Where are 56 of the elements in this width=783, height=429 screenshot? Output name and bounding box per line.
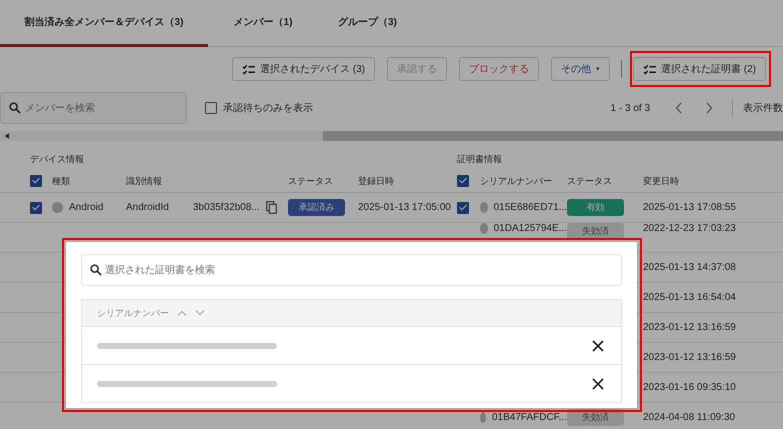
checklist-icon xyxy=(643,64,656,74)
checkbox[interactable] xyxy=(30,175,42,187)
toolbar-button[interactable]: 選択された証明書 (2) xyxy=(633,57,766,81)
column-header: 登録日時 xyxy=(358,174,395,188)
toolbar-button[interactable]: ブロックする xyxy=(459,57,539,81)
checkbox-label: 承認待ちのみを表示 xyxy=(223,102,313,115)
column-header: 種類 xyxy=(52,174,71,188)
blurred-text-icon xyxy=(97,380,277,388)
table-cell: Android xyxy=(69,202,104,213)
scroll-left-icon[interactable] xyxy=(5,133,9,139)
section-heading: デバイス情報 xyxy=(30,152,85,166)
table-cell-text: 2022-12-23 17:03:23 xyxy=(643,223,737,234)
column-header: 変更日時 xyxy=(643,174,680,188)
previous-page-icon[interactable] xyxy=(675,102,683,114)
copy-icon[interactable] xyxy=(266,201,277,214)
blurred-text-icon xyxy=(97,342,277,350)
column-header: シリアルナンバー xyxy=(97,306,169,320)
page-range: 1 - 3 of 3 xyxy=(610,102,650,114)
tab[interactable]: 割当済み全メンバー＆デバイス（3) xyxy=(0,0,208,47)
table-cell-text: 2025-01-13 14:37:08 xyxy=(643,262,737,273)
search-field[interactable]: 選択された証明書を検索 xyxy=(81,254,622,286)
checklist-icon xyxy=(242,64,255,74)
table-cell-text: AndroidId xyxy=(126,202,170,213)
close-icon[interactable] xyxy=(592,378,604,390)
tab[interactable]: グループ（3) xyxy=(318,0,417,47)
table-cell-text: 2023-01-12 13:16:59 xyxy=(643,322,737,333)
table-cell: 01B47FAFDCF... xyxy=(492,412,567,423)
checkbox[interactable] xyxy=(457,175,469,187)
table-cell-text: 2025-01-13 17:08:55 xyxy=(643,202,737,213)
table-cell-text: 2025-01-13 17:05:00 xyxy=(358,202,452,213)
status-badge: 承認済み xyxy=(288,199,345,216)
table-cell-text: 2024-04-08 11:09:30 xyxy=(643,412,736,423)
checkbox[interactable] xyxy=(30,202,42,214)
table-cell-text: 2025-01-13 16:54:04 xyxy=(643,292,737,303)
per-page-label: 表示件数 xyxy=(743,102,783,115)
status-badge: 有効 xyxy=(567,199,624,216)
table-cell: 3b035f32b08... xyxy=(193,202,260,213)
search-icon xyxy=(90,264,102,276)
column-header: ステータス xyxy=(567,174,613,188)
section-heading: 証明書情報 xyxy=(457,152,503,166)
checkbox[interactable] xyxy=(205,102,217,114)
table-cell: 01DA125794E... xyxy=(494,223,567,234)
search-icon xyxy=(9,102,21,114)
search-field[interactable]: メンバーを検索 xyxy=(0,92,187,124)
toolbar-button[interactable]: 選択されたデバイス (3) xyxy=(232,57,375,81)
column-header: シリアルナンバー xyxy=(480,174,553,188)
table-cell-text: 2023-01-12 13:16:59 xyxy=(643,352,737,363)
table-cell-text: 2023-01-16 09:35:10 xyxy=(643,382,737,393)
column-header: 識別情報 xyxy=(126,174,163,188)
tab[interactable]: メンバー（1) xyxy=(208,0,318,47)
next-page-icon[interactable] xyxy=(705,102,713,114)
column-header: ステータス xyxy=(288,174,334,188)
horizontal-scrollbar[interactable] xyxy=(0,131,783,141)
checkbox[interactable] xyxy=(457,202,469,214)
close-icon[interactable] xyxy=(592,340,604,352)
table-cell: 015E686ED71... xyxy=(494,202,567,213)
